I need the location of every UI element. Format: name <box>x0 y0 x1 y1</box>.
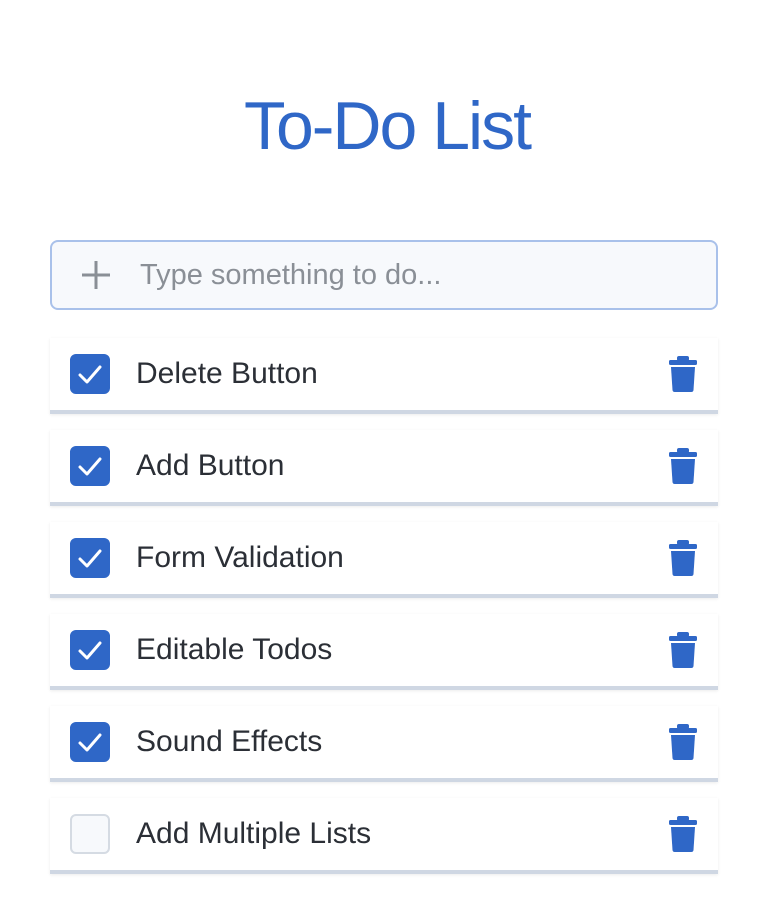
checkmark-icon <box>78 641 102 660</box>
todo-checkbox[interactable] <box>70 354 110 394</box>
page-title: To-Do List <box>243 88 532 164</box>
trash-icon[interactable] <box>666 538 700 578</box>
todo-label[interactable]: Delete Button <box>136 357 666 391</box>
todo-label[interactable]: Add Multiple Lists <box>136 817 666 851</box>
checkmark-icon <box>78 733 102 752</box>
add-todo-form <box>50 240 718 310</box>
todo-label[interactable]: Sound Effects <box>136 725 666 759</box>
checkmark-icon <box>78 365 102 384</box>
todo-label[interactable]: Editable Todos <box>136 633 666 667</box>
checkmark-icon <box>78 457 102 476</box>
todo-item: Sound Effects <box>50 706 718 782</box>
todo-checkbox[interactable] <box>70 722 110 762</box>
todo-checkbox[interactable] <box>70 814 110 854</box>
todo-checkbox[interactable] <box>70 446 110 486</box>
todo-item: Delete Button <box>50 338 718 414</box>
todo-checkbox[interactable] <box>70 630 110 670</box>
trash-icon[interactable] <box>666 722 700 762</box>
plus-icon[interactable] <box>52 242 140 308</box>
trash-icon[interactable] <box>666 354 700 394</box>
todo-item: Form Validation <box>50 522 718 598</box>
todo-list: Delete Button Add Button Form Validation Ed… <box>50 338 718 890</box>
checkmark-icon <box>78 549 102 568</box>
todo-label[interactable]: Add Button <box>136 449 666 483</box>
trash-icon[interactable] <box>666 630 700 670</box>
todo-item: Add Button <box>50 430 718 506</box>
trash-icon[interactable] <box>666 814 700 854</box>
todo-label[interactable]: Form Validation <box>136 541 666 575</box>
trash-icon[interactable] <box>666 446 700 486</box>
new-todo-input[interactable] <box>140 245 716 305</box>
todo-item: Editable Todos <box>50 614 718 690</box>
todo-item: Add Multiple Lists <box>50 798 718 874</box>
todo-checkbox[interactable] <box>70 538 110 578</box>
